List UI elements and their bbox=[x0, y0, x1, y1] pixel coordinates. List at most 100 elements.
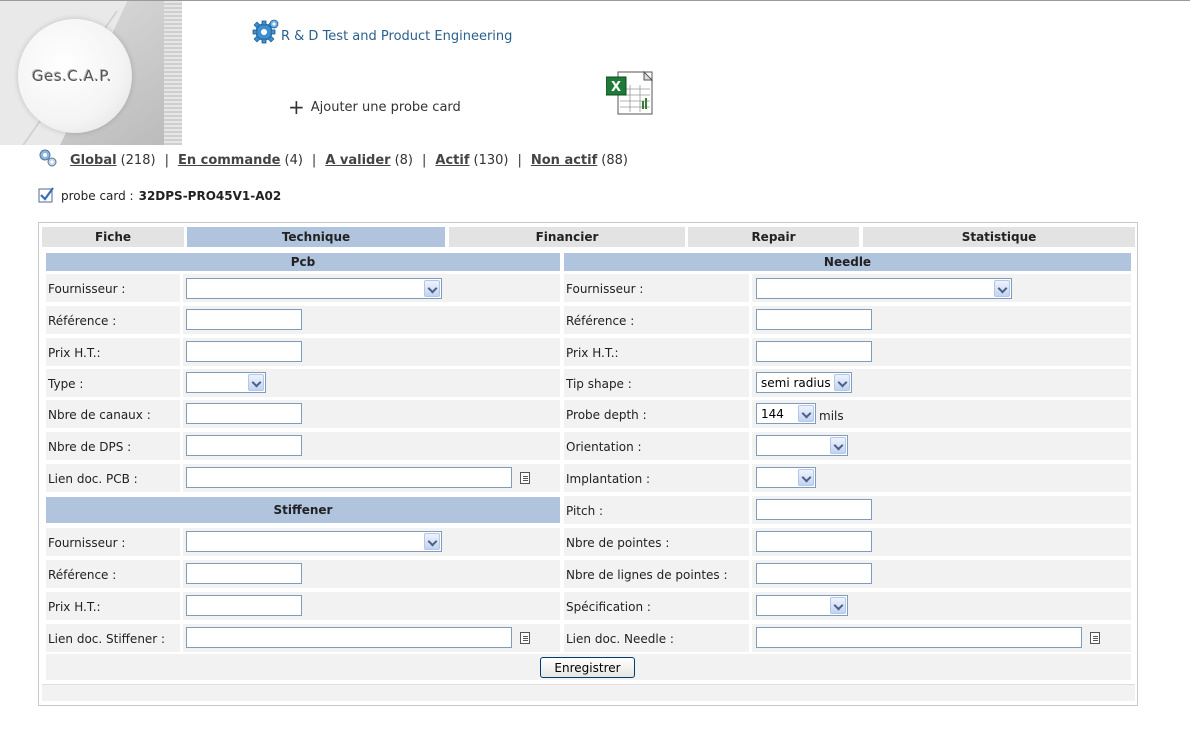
filter-global-link[interactable]: Global bbox=[70, 153, 117, 168]
filter-actif-link[interactable]: Actif bbox=[435, 153, 469, 168]
pcb-type-select[interactable] bbox=[186, 372, 266, 393]
needle-fournisseur-label: Fournisseur : bbox=[566, 282, 644, 296]
pcb-section-header: Pcb bbox=[46, 253, 560, 271]
needle-nbre-pointes-input[interactable] bbox=[756, 531, 872, 552]
filter-separator: | bbox=[311, 153, 317, 168]
pcb-lien-doc-input[interactable] bbox=[186, 467, 512, 488]
svg-text:X: X bbox=[611, 80, 621, 95]
tab-bar: Fiche Technique Financier Repair Statist… bbox=[42, 227, 1135, 247]
app-logo: Ges.C.A.P. bbox=[0, 1, 182, 145]
gears-icon bbox=[39, 149, 57, 166]
needle-specification-select[interactable] bbox=[756, 595, 848, 616]
stiffener-lien-doc-input[interactable] bbox=[186, 627, 512, 648]
pcb-fournisseur-select[interactable] bbox=[186, 278, 442, 299]
probe-card-panel: Fiche Technique Financier Repair Statist… bbox=[38, 222, 1138, 706]
chevron-down-icon bbox=[834, 374, 850, 391]
needle-nbre-pointes-label: Nbre de pointes : bbox=[566, 536, 670, 550]
stiffener-reference-label: Référence : bbox=[48, 568, 117, 582]
needle-nbre-lignes-input[interactable] bbox=[756, 563, 872, 584]
document-icon[interactable] bbox=[520, 472, 530, 484]
needle-fournisseur-select[interactable] bbox=[756, 278, 1012, 299]
department-title: R & D Test and Product Engineering bbox=[252, 18, 512, 46]
needle-nbre-lignes-label: Nbre de lignes de pointes : bbox=[566, 568, 728, 582]
filter-non-actif-link[interactable]: Non actif bbox=[531, 153, 597, 168]
needle-lien-doc-input[interactable] bbox=[756, 627, 1082, 648]
document-icon[interactable] bbox=[1090, 632, 1100, 644]
probe-card-value: 32DPS-PRO45V1-A02 bbox=[138, 189, 282, 203]
status-filter-bar: Global (218) | En commande (4) | A valid… bbox=[38, 149, 628, 168]
needle-pitch-input[interactable] bbox=[756, 499, 872, 520]
pcb-fournisseur-label: Fournisseur : bbox=[48, 282, 126, 296]
save-row: Enregistrer bbox=[46, 654, 1131, 680]
needle-implantation-label: Implantation : bbox=[566, 472, 651, 486]
probe-card-title: probe card : 32DPS-PRO45V1-A02 bbox=[38, 186, 282, 203]
pcb-prix-input[interactable] bbox=[186, 341, 302, 362]
filter-global-count: (218) bbox=[120, 153, 156, 168]
filter-separator: | bbox=[422, 153, 427, 168]
stiffener-lien-doc-label: Lien doc. Stiffener : bbox=[48, 632, 166, 646]
filter-a-valider-link[interactable]: A valider bbox=[325, 153, 390, 168]
needle-reference-label: Référence : bbox=[566, 314, 635, 328]
tip-shape-value: semi radius bbox=[761, 376, 831, 390]
needle-lien-doc-label: Lien doc. Needle : bbox=[566, 632, 674, 646]
chevron-down-icon bbox=[830, 597, 846, 614]
needle-prix-label: Prix H.T.: bbox=[566, 346, 619, 360]
needle-tip-shape-select[interactable]: semi radius bbox=[756, 372, 852, 393]
pcb-nbre-dps-label: Nbre de DPS : bbox=[48, 440, 132, 454]
needle-prix-input[interactable] bbox=[756, 341, 872, 362]
panel-footer bbox=[42, 684, 1135, 701]
add-probe-card-label: Ajouter une probe card bbox=[310, 99, 461, 115]
pcb-nbre-canaux-input[interactable] bbox=[186, 403, 302, 424]
needle-probe-depth-select[interactable]: 144 bbox=[756, 403, 816, 424]
chevron-down-icon bbox=[830, 437, 846, 454]
filter-a-valider-count: (8) bbox=[394, 153, 414, 168]
logo-stripe bbox=[164, 1, 182, 145]
chevron-down-icon bbox=[424, 533, 440, 550]
needle-section-header: Needle bbox=[564, 253, 1131, 271]
pcb-reference-input[interactable] bbox=[186, 309, 302, 330]
chevron-down-icon bbox=[798, 405, 814, 422]
tab-statistique[interactable]: Statistique bbox=[863, 227, 1135, 247]
pcb-nbre-dps-input[interactable] bbox=[186, 435, 302, 456]
filter-separator: | bbox=[517, 153, 522, 168]
document-icon[interactable] bbox=[520, 632, 530, 644]
tab-fiche[interactable]: Fiche bbox=[42, 227, 184, 247]
filter-en-commande-count: (4) bbox=[284, 153, 303, 168]
needle-implantation-select[interactable] bbox=[756, 467, 816, 488]
probe-card-label: probe card : bbox=[61, 189, 134, 203]
pcb-lien-doc-label: Lien doc. PCB : bbox=[48, 472, 138, 486]
save-button[interactable]: Enregistrer bbox=[540, 657, 635, 678]
stiffener-prix-input[interactable] bbox=[186, 595, 302, 616]
excel-icon[interactable]: X bbox=[606, 71, 654, 115]
pcb-type-label: Type : bbox=[48, 377, 84, 391]
filter-separator: | bbox=[164, 153, 169, 168]
chevron-down-icon bbox=[798, 469, 814, 486]
stiffener-fournisseur-label: Fournisseur : bbox=[48, 536, 126, 550]
logo-text: Ges.C.A.P. bbox=[32, 67, 112, 85]
needle-orientation-label: Orientation : bbox=[566, 440, 642, 454]
needle-tip-shape-label: Tip shape : bbox=[566, 377, 632, 391]
plus-icon: + bbox=[288, 95, 305, 119]
probe-depth-value: 144 bbox=[761, 407, 784, 421]
probe-depth-unit: mils bbox=[819, 409, 844, 423]
chevron-down-icon bbox=[248, 374, 264, 391]
stiffener-reference-input[interactable] bbox=[186, 563, 302, 584]
pcb-nbre-canaux-label: Nbre de canaux : bbox=[48, 408, 151, 422]
needle-specification-label: Spécification : bbox=[566, 600, 651, 614]
chevron-down-icon bbox=[424, 280, 440, 297]
pcb-reference-label: Référence : bbox=[48, 314, 117, 328]
tab-technique[interactable]: Technique bbox=[187, 227, 445, 247]
filter-en-commande-link[interactable]: En commande bbox=[178, 153, 281, 168]
stiffener-fournisseur-select[interactable] bbox=[186, 531, 442, 552]
pcb-prix-label: Prix H.T.: bbox=[48, 346, 101, 360]
filter-non-actif-count: (88) bbox=[601, 153, 628, 168]
tab-repair[interactable]: Repair bbox=[688, 227, 859, 247]
gear-icon bbox=[252, 19, 279, 44]
needle-orientation-select[interactable] bbox=[756, 435, 848, 456]
needle-probe-depth-label: Probe depth : bbox=[566, 408, 647, 422]
needle-reference-input[interactable] bbox=[756, 309, 872, 330]
filter-actif-count: (130) bbox=[473, 153, 509, 168]
tab-financier[interactable]: Financier bbox=[449, 227, 685, 247]
add-probe-card-link[interactable]: + Ajouter une probe card bbox=[288, 95, 461, 119]
checkbox-checked-icon bbox=[38, 186, 54, 202]
